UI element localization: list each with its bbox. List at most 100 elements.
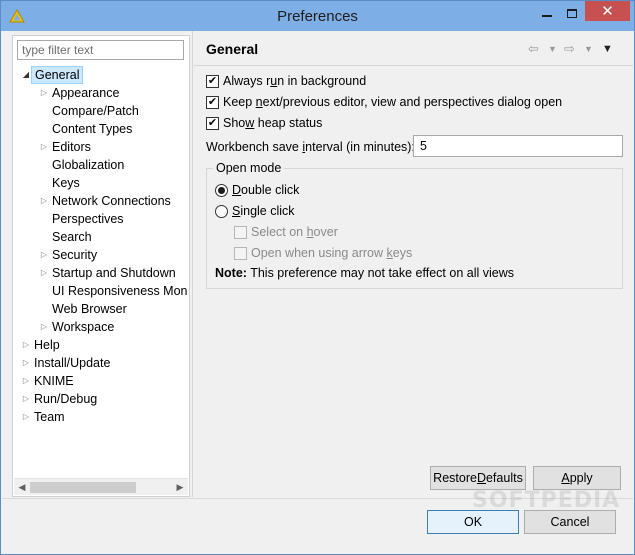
tree-item-label: Security (52, 248, 98, 262)
filter-input[interactable] (17, 40, 184, 60)
scroll-left-icon[interactable]: ◀ (14, 479, 30, 496)
tree-item-label: Compare/Patch (52, 104, 139, 118)
save-interval-input[interactable] (413, 135, 623, 157)
tree-item-network-connections[interactable]: ▷ Network Connections (39, 192, 174, 210)
tree-collapsed-icon[interactable]: ▷ (21, 372, 31, 390)
tree-item-label: Perspectives (52, 212, 124, 226)
tree-item-label: Globalization (52, 158, 125, 172)
tree-collapsed-icon[interactable]: ▷ (39, 192, 49, 210)
tree-item-editors[interactable]: ▷ Editors (39, 138, 94, 156)
tree-collapsed-icon[interactable]: ▷ (21, 336, 31, 354)
close-icon: ✕ (601, 3, 614, 20)
tree-item-knime[interactable]: ▷ KNIME (21, 372, 77, 390)
open-arrow-keys-label: Open when using arrow keys (251, 246, 413, 260)
open-arrow-keys-checkbox: Open when using arrow keys (234, 244, 412, 262)
apply-button[interactable]: Apply (533, 466, 621, 490)
tree-item-run-debug[interactable]: ▷ Run/Debug (21, 390, 100, 408)
double-click-label: Double click (232, 183, 300, 197)
radio-selected-icon[interactable] (215, 183, 228, 197)
open-mode-title: Open mode (213, 161, 285, 175)
tree-item-label: General (31, 66, 84, 84)
tree-item-workspace[interactable]: ▷ Workspace (39, 318, 117, 336)
tree-item-label: Install/Update (34, 356, 111, 370)
tree-item-label: UI Responsiveness Mon (52, 284, 188, 298)
restore-defaults-button[interactable]: Restore Defaults (430, 466, 526, 490)
forward-history-dropdown-icon[interactable]: ▼ (584, 44, 593, 60)
scroll-right-icon[interactable]: ▶ (172, 479, 188, 496)
minimize-button[interactable] (535, 2, 559, 24)
always-run-background-checkbox[interactable]: ✔ Always run in background (206, 72, 366, 90)
tree-item-globalization[interactable]: Globalization (39, 156, 127, 174)
tree-item-install-update[interactable]: ▷ Install/Update (21, 354, 113, 372)
tree-item-label: Editors (52, 140, 91, 154)
tree-item-team[interactable]: ▷ Team (21, 408, 68, 426)
select-on-hover-checkbox: Select on hover (234, 223, 338, 241)
tree-expanded-icon[interactable]: ◢ (21, 66, 31, 84)
tree-collapsed-icon[interactable]: ▷ (39, 246, 49, 264)
cancel-button[interactable]: Cancel (524, 510, 616, 534)
tree-collapsed-icon[interactable]: ▷ (21, 408, 31, 426)
tree-item-compare-patch[interactable]: Compare/Patch (39, 102, 142, 120)
forward-arrow-icon[interactable]: ⇨ (564, 41, 575, 57)
tree-item-ui-responsiveness-mon[interactable]: UI Responsiveness Mon (39, 282, 189, 300)
tree-item-keys[interactable]: Keys (39, 174, 83, 192)
tree-item-security[interactable]: ▷ Security (39, 246, 100, 264)
tree-collapsed-icon[interactable]: ▷ (39, 318, 49, 336)
keep-next-previous-checkbox[interactable]: ✔ Keep next/previous editor, view and pe… (206, 93, 562, 111)
tree-collapsed-icon[interactable]: ▷ (21, 354, 31, 372)
tree-item-web-browser[interactable]: Web Browser (39, 300, 130, 318)
save-interval-label: Workbench save interval (in minutes): (206, 140, 415, 154)
preferences-window: Preferences ✕ ◢General▷Appearance Compare… (0, 0, 635, 555)
scrollbar-thumb[interactable] (30, 482, 136, 493)
tree-collapsed-icon[interactable]: ▷ (39, 84, 49, 102)
back-arrow-icon[interactable]: ⇦ (528, 41, 539, 57)
tree-item-general[interactable]: ◢ General (21, 66, 84, 84)
tree-item-search[interactable]: Search (39, 228, 95, 246)
preference-page: General ⇦ ▼ ⇨ ▼ ▼ ✔ Always run in backgr… (194, 31, 633, 497)
preference-tree-panel: ◢General▷Appearance Compare/Patch Content … (12, 35, 190, 497)
checkbox-disabled-icon (234, 225, 247, 239)
tree-item-label: Team (34, 410, 65, 424)
back-history-dropdown-icon[interactable]: ▼ (548, 44, 557, 60)
tree-collapsed-icon[interactable]: ▷ (39, 264, 49, 282)
show-heap-status-checkbox[interactable]: ✔ Show heap status (206, 114, 322, 132)
show-heap-status-label: Show heap status (223, 116, 323, 130)
tree-item-label: KNIME (34, 374, 74, 388)
checkbox-checked-icon[interactable]: ✔ (206, 74, 219, 88)
single-click-radio[interactable]: Single click (215, 202, 295, 220)
radio-unselected-icon[interactable] (215, 204, 228, 218)
always-run-background-label: Always run in background (223, 74, 367, 88)
tree-item-label: Help (34, 338, 60, 352)
maximize-icon (567, 8, 577, 18)
tree-collapsed-icon[interactable]: ▷ (39, 138, 49, 156)
tree-item-perspectives[interactable]: Perspectives (39, 210, 127, 228)
keep-next-previous-label: Keep next/previous editor, view and pers… (223, 95, 563, 109)
dialog-body: ◢General▷Appearance Compare/Patch Content … (2, 31, 633, 554)
tree-item-content-types[interactable]: Content Types (39, 120, 135, 138)
open-mode-group: Open mode Double click Single click Sele… (206, 161, 623, 289)
tree-item-label: Keys (52, 176, 80, 190)
checkbox-disabled-icon (234, 246, 247, 260)
tree-item-label: Content Types (52, 122, 133, 136)
ok-button[interactable]: OK (427, 510, 519, 534)
tree-horizontal-scrollbar[interactable]: ◀ ▶ (14, 478, 188, 495)
tree-item-label: Web Browser (52, 302, 127, 316)
tree-item-help[interactable]: ▷ Help (21, 336, 63, 354)
title-bar[interactable]: Preferences ✕ (1, 1, 634, 31)
close-button[interactable]: ✕ (585, 1, 630, 21)
preference-tree: ◢ General ▷ Appearance Compare/Patch Content … (13, 66, 189, 478)
tree-item-label: Network Connections (52, 194, 171, 208)
tree-item-label: Startup and Shutdown (52, 266, 176, 280)
checkbox-checked-icon[interactable]: ✔ (206, 95, 219, 109)
double-click-radio[interactable]: Double click (215, 181, 299, 199)
tree-item-appearance[interactable]: ▷ Appearance (39, 84, 122, 102)
checkbox-checked-icon[interactable]: ✔ (206, 116, 219, 130)
preference-note: Note: This preference may not take effec… (215, 266, 514, 280)
maximize-button[interactable] (559, 2, 585, 24)
tree-item-startup-and-shutdown[interactable]: ▷ Startup and Shutdown (39, 264, 179, 282)
panel-splitter[interactable] (192, 31, 193, 497)
tree-collapsed-icon[interactable]: ▷ (21, 390, 31, 408)
single-click-label: Single click (232, 204, 295, 218)
view-menu-icon[interactable]: ▼ (602, 43, 613, 55)
tree-item-label: Workspace (52, 320, 115, 334)
